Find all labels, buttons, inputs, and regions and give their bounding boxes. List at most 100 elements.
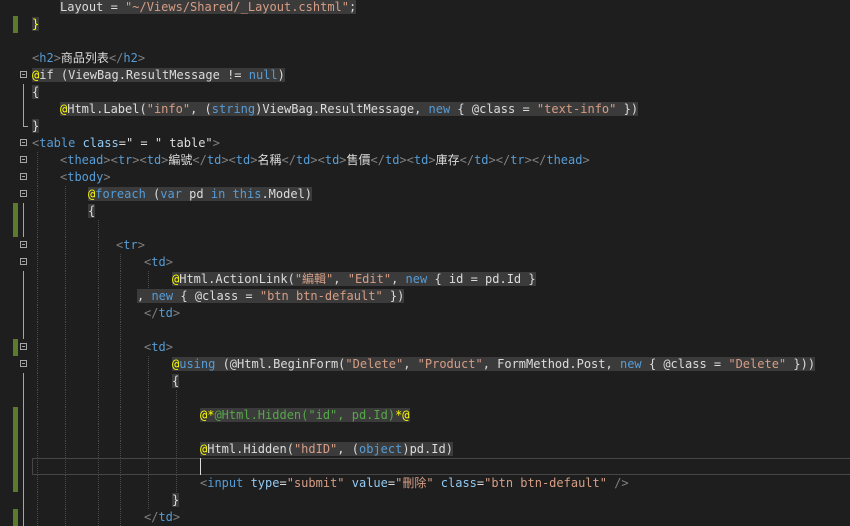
code-line[interactable]: @Html.Hidden("hdID", (object)pd.Id)	[0, 441, 850, 458]
fold-toggle-icon[interactable]	[20, 173, 27, 180]
indent-guide	[148, 407, 149, 424]
fold-region-line	[23, 305, 24, 322]
code-line[interactable]: <thead><tr><td>編號</td><td>名稱</td><td>售價<…	[0, 152, 850, 169]
code-token: 售價	[346, 153, 371, 167]
code-token: )	[277, 68, 285, 82]
code-line[interactable]: <input type="submit" value="刪除" class="b…	[0, 475, 850, 492]
code-token: td	[151, 255, 166, 269]
code-line[interactable]	[0, 220, 850, 237]
code-token: 商品列表	[60, 51, 109, 65]
code-line[interactable]: {	[0, 373, 850, 390]
code-line[interactable]: @foreach (var pd in this.Model)	[0, 186, 850, 203]
indent-guide	[37, 356, 38, 373]
code-token: })	[382, 289, 405, 303]
indent-guide	[148, 390, 149, 407]
code-token: tr	[123, 238, 138, 252]
code-token: >	[103, 170, 111, 184]
code-token: >	[172, 510, 181, 524]
fold-toggle-icon[interactable]	[20, 360, 27, 367]
fold-toggle-icon[interactable]	[20, 156, 27, 163]
change-marker	[13, 220, 18, 237]
code-editor[interactable]: Layout = "~/Views/Shared/_Layout.cshtml"…	[0, 0, 850, 526]
indent-guide	[98, 254, 99, 271]
code-token: , (	[337, 442, 359, 456]
indent-guide	[98, 339, 99, 356]
code-token: ,	[403, 357, 418, 371]
code-line[interactable]: {	[0, 203, 850, 220]
indent-guide	[65, 407, 66, 424]
change-marker	[13, 339, 18, 356]
indent-guide	[176, 441, 177, 458]
code-line[interactable]: }	[0, 16, 850, 33]
code-line[interactable]: <td>	[0, 254, 850, 271]
indent-guide	[98, 271, 99, 288]
fold-toggle-icon[interactable]	[20, 71, 27, 78]
code-line[interactable]: @Html.ActionLink("編輯", "Edit", new { id …	[0, 271, 850, 288]
code-token: tr	[510, 153, 525, 167]
code-token: }	[32, 17, 40, 31]
code-line[interactable]	[0, 458, 850, 475]
change-marker	[13, 16, 18, 33]
indent-guide	[120, 492, 121, 509]
fold-toggle-icon[interactable]	[20, 190, 27, 197]
code-token: 編號	[168, 153, 193, 167]
change-marker	[13, 203, 18, 220]
code-text: @*@Html.Hidden("id", pd.Id)*@	[200, 407, 410, 424]
code-line[interactable]: <tr>	[0, 237, 850, 254]
fold-toggle-icon[interactable]	[20, 343, 27, 350]
code-line[interactable]: @if (ViewBag.ResultMessage != null)	[0, 67, 850, 84]
code-line[interactable]: @Html.Label("info", (string)ViewBag.Resu…	[0, 101, 850, 118]
code-token: })	[616, 102, 639, 116]
code-line[interactable]: }	[0, 492, 850, 509]
code-line[interactable]	[0, 424, 850, 441]
indent-guide	[176, 424, 177, 441]
code-line[interactable]	[0, 390, 850, 407]
code-line[interactable]: @using (@Html.BeginForm("Delete", "Produ…	[0, 356, 850, 373]
indent-guide	[37, 271, 38, 288]
code-token: tr	[117, 153, 133, 167]
code-line[interactable]: @*@Html.Hidden("id", pd.Id)*@	[0, 407, 850, 424]
code-text: @if (ViewBag.ResultMessage != null)	[32, 67, 285, 84]
code-token: >	[137, 51, 146, 65]
fold-toggle-icon[interactable]	[20, 241, 27, 248]
code-line[interactable]: <h2>商品列表</h2>	[0, 50, 850, 67]
code-line[interactable]: </td>	[0, 509, 850, 526]
code-line[interactable]: <table class=" = " table">	[0, 135, 850, 152]
code-token: tbody	[67, 170, 104, 184]
code-text: <h2>商品列表</h2>	[32, 50, 145, 67]
code-line[interactable]: <td>	[0, 339, 850, 356]
indent-guide	[120, 407, 121, 424]
code-token: "~/Views/Shared/_Layout.cshtml"	[125, 0, 349, 14]
code-token: </	[144, 306, 159, 320]
indent-guide	[120, 339, 121, 356]
code-token: new	[428, 102, 451, 116]
indent-guide	[65, 237, 66, 254]
fold-toggle-icon[interactable]	[20, 139, 27, 146]
code-token: }))	[786, 357, 816, 371]
code-line[interactable]: {	[0, 84, 850, 101]
indent-guide	[65, 254, 66, 271]
code-line[interactable]: Layout = "~/Views/Shared/_Layout.cshtml"…	[0, 0, 850, 16]
indent-guide	[65, 373, 66, 390]
code-line[interactable]: </td>	[0, 305, 850, 322]
code-line[interactable]	[0, 33, 850, 50]
code-token: </	[192, 153, 207, 167]
code-token: td	[151, 340, 166, 354]
fold-toggle-icon[interactable]	[20, 258, 27, 265]
code-line[interactable]	[0, 322, 850, 339]
fold-region-line	[23, 424, 24, 441]
code-token: td	[413, 153, 429, 167]
code-token: Html.ActionLink(	[179, 272, 295, 286]
code-line[interactable]: , new { @class = "btn btn-default" })	[0, 288, 850, 305]
code-token: =" = " table"	[118, 136, 213, 150]
code-text: @foreach (var pd in this.Model)	[88, 186, 313, 203]
code-line[interactable]: <tbody>	[0, 169, 850, 186]
indent-guide	[37, 305, 38, 322]
indent-guide	[148, 424, 149, 441]
code-token: type	[243, 476, 280, 490]
indent-guide	[65, 475, 66, 492]
code-line[interactable]: }	[0, 118, 850, 135]
code-token: Html.Label(	[67, 102, 147, 116]
indent-guide	[37, 441, 38, 458]
code-text: </td>	[144, 509, 180, 526]
